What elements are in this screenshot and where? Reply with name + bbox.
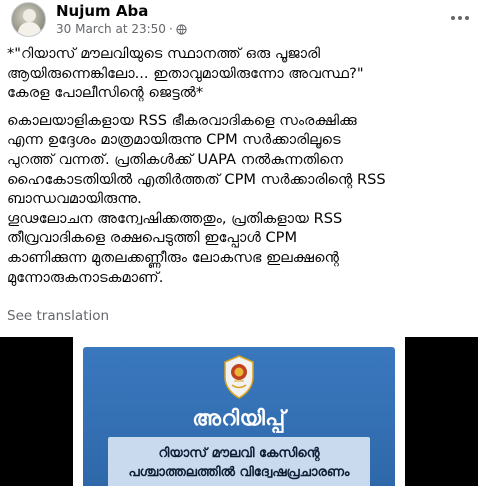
kerala-police-emblem-icon — [224, 355, 254, 399]
text-line: കൊലയാളികളായ RSS ഭീകരവാദികളെ സംരക്ഷിക്കു — [7, 111, 357, 129]
text-line: ഹൈകോടതിയിൽ എതിർത്തത് CPM സർക്കാരിന്റെ RS… — [7, 170, 386, 188]
text-line: പുറത്ത് വന്നത്. പ്രതികൾക്ക് UAPA നൽകുന്ന… — [7, 150, 343, 168]
more-options-icon[interactable] — [446, 6, 474, 30]
text-line: ആയിരുന്നെങ്കിലോ... ഇതാവുമായിരുന്നോ അവസ്ഥ… — [7, 64, 364, 82]
text-line: ബാന്ധവമായിരുന്നു. — [7, 190, 142, 208]
text-line: ഗൂഢലോചന അന്വേഷിക്കത്തതും, പ്രതികളായ RSS — [7, 209, 343, 227]
post-paragraph-2: കൊലയാളികളായ RSS ഭീകരവാദികളെ സംരക്ഷിക്കു … — [7, 111, 473, 287]
globe-icon[interactable] — [176, 23, 187, 35]
notice-box: റിയാസ് മൗലവി കേസിന്റെ പശ്ചാത്തലത്തിൽ വിദ… — [108, 437, 370, 486]
see-translation-link[interactable]: See translation — [7, 308, 109, 324]
post-meta: 30 March at 23:50 · — [56, 22, 187, 36]
post-header: Nujum Aba 30 March at 23:50 · — [0, 0, 478, 40]
timestamp[interactable]: 30 March at 23:50 — [56, 22, 166, 36]
notice-title: അറിയിപ്പ് — [192, 405, 286, 430]
author-name[interactable]: Nujum Aba — [56, 2, 148, 20]
separator: · — [168, 22, 173, 36]
text-line: മുന്നോരുകനാടകമാണ്. — [7, 268, 164, 286]
text-line: *"റിയാസ് മൗലവിയുടെ സ്ഥാനത്ത് ഒരു പൂജാരി — [7, 45, 321, 62]
avatar[interactable] — [11, 2, 46, 37]
post-image[interactable]: അറിയിപ്പ് റിയാസ് മൗലവി കേസിന്റെ പശ്ചാത്ത… — [0, 337, 478, 486]
text-line: തീവ്രവാദികളെ രക്ഷപെടുത്തി ഇപ്പോൾ CPM — [7, 229, 298, 247]
poster-panel: അറിയിപ്പ് റിയാസ് മൗലവി കേസിന്റെ പശ്ചാത്ത… — [83, 347, 395, 486]
notice-line: റിയാസ് മൗലവി കേസിന്റെ — [158, 446, 320, 461]
post-paragraph-1: *"റിയാസ് മൗലവിയുടെ സ്ഥാനത്ത് ഒരു പൂജാരി … — [7, 44, 473, 103]
text-line: കാണിക്കുന്ന മുതലക്കണ്ണീരും ലോകസഭ ഇലക്ഷന്… — [7, 248, 340, 266]
text-line: എന്ന ഉദ്ദേശം മാത്രമായിരുന്നു CPM സർക്കാര… — [7, 131, 341, 149]
notice-poster: അറിയിപ്പ് റിയാസ് മൗലവി കേസിന്റെ പശ്ചാത്ത… — [73, 337, 405, 486]
notice-line: പശ്ചാത്തലത്തിൽ വിദ്വേഷപ്രചാരണം — [128, 465, 350, 480]
post-text: *"റിയാസ് മൗലവിയുടെ സ്ഥാനത്ത് ഒരു പൂജാരി … — [7, 44, 473, 287]
text-line: കേരള പോലീസിന്റെ ജെട്ടൽ* — [7, 84, 204, 102]
